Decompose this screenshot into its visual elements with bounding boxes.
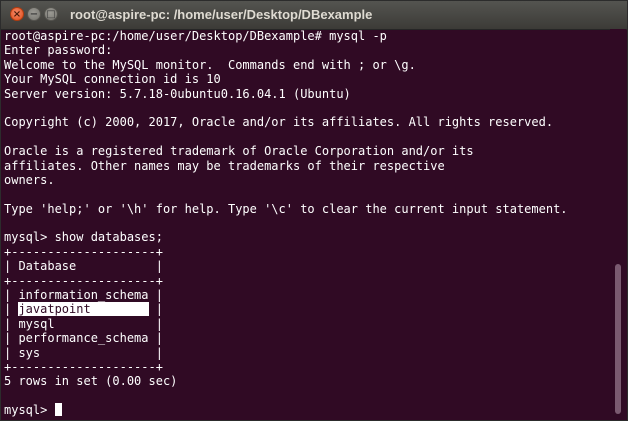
table-border: +--------------------+ [4, 273, 163, 288]
terminal-line-help: Type 'help;' or '\h' for help. Type '\c'… [4, 201, 568, 216]
scrollbar[interactable] [610, 29, 626, 420]
terminal-line-copyright: Copyright (c) 2000, 2017, Oracle and/or … [4, 115, 554, 130]
terminal-line-trademark: affiliates. Other names may be trademark… [4, 158, 445, 173]
terminal-prompt-line[interactable]: mysql> [4, 403, 610, 417]
database-name: sys [18, 345, 149, 360]
terminal-line-command: root@aspire-pc:/home/user/Desktop/DBexam… [4, 29, 387, 43]
table-border: +--------------------+ [4, 244, 163, 259]
database-name: information_schema [18, 288, 149, 303]
close-button[interactable]: × [10, 7, 24, 21]
terminal-line-query: mysql> show databases; [4, 230, 163, 245]
database-name: performance_schema [18, 331, 149, 346]
terminal-window: × − □ root@aspire-pc: /home/user/Desktop… [0, 0, 628, 421]
database-name-selected[interactable]: javatpoint [18, 302, 149, 317]
terminal-line-version: Server version: 5.7.18-0ubuntu0.16.04.1 … [4, 86, 351, 101]
title-bar[interactable]: × − □ root@aspire-pc: /home/user/Desktop… [1, 1, 627, 30]
terminal-line-password: Enter password: [4, 43, 113, 58]
table-row: | information_schema | [4, 288, 163, 303]
table-border: +--------------------+ [4, 359, 163, 374]
scrollbar-thumb[interactable] [615, 264, 621, 414]
minimize-button[interactable]: − [27, 7, 41, 21]
terminal-line-welcome: Welcome to the MySQL monitor. Commands e… [4, 57, 416, 72]
terminal-line-trademark: Oracle is a registered trademark of Orac… [4, 144, 474, 159]
window-title: root@aspire-pc: /home/user/Desktop/DBexa… [70, 7, 373, 22]
database-name: mysql [18, 316, 149, 331]
mysql-prompt: mysql> [4, 403, 55, 418]
terminal-line-connection: Your MySQL connection id is 10 [4, 72, 221, 87]
table-row: | javatpoint | [4, 302, 163, 317]
table-row: | performance_schema | [4, 331, 163, 346]
table-row: | mysql | [4, 316, 163, 331]
close-icon: × [12, 9, 22, 20]
terminal-output[interactable]: root@aspire-pc:/home/user/Desktop/DBexam… [4, 29, 610, 420]
maximize-icon: □ [46, 9, 56, 20]
terminal-line-trademark: owners. [4, 172, 55, 187]
table-row: | sys | [4, 345, 163, 360]
text-cursor [54, 403, 62, 417]
minimize-icon: − [29, 9, 39, 20]
terminal-line-row-count: 5 rows in set (0.00 sec) [4, 374, 178, 389]
maximize-button[interactable]: □ [44, 7, 58, 21]
table-header: | Database | [4, 259, 163, 274]
